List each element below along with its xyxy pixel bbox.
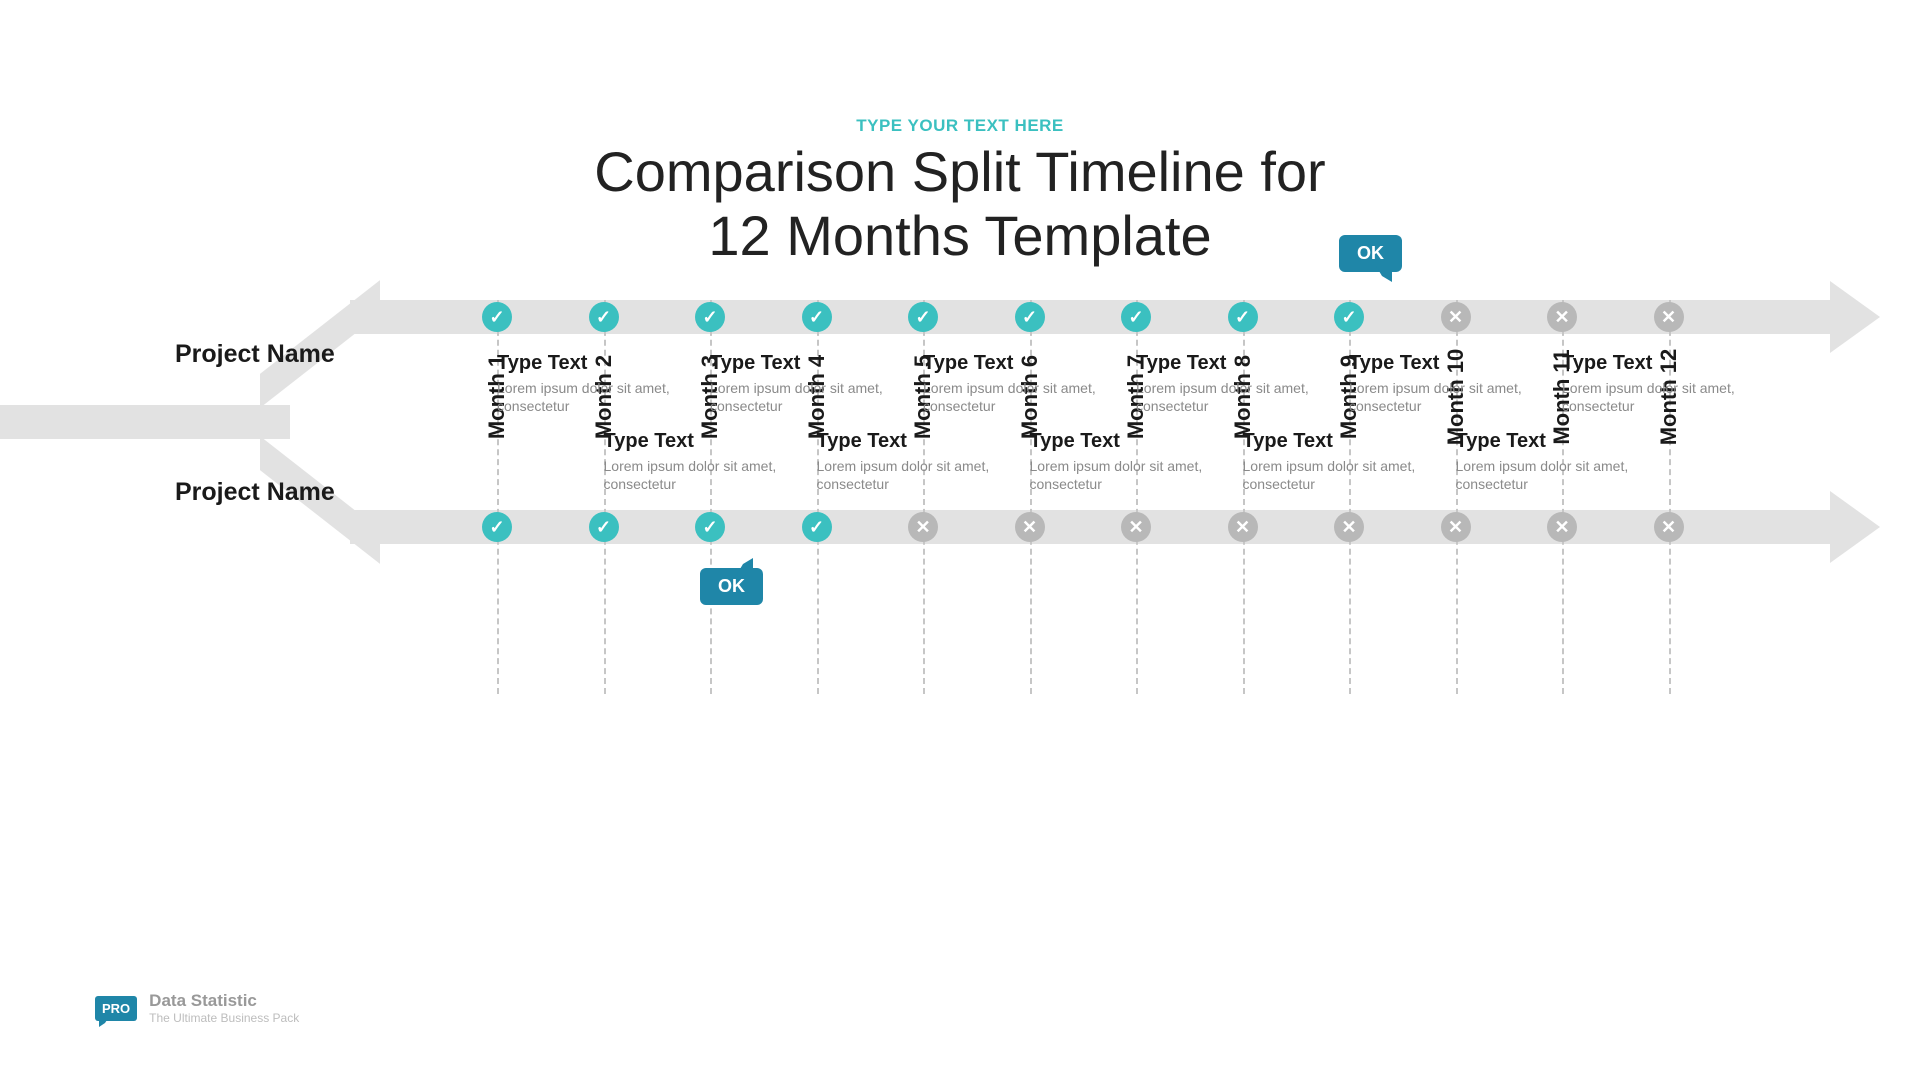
text-block: Type Text Lorem ipsum dolor sit amet, con… bbox=[1456, 430, 1631, 493]
check-icon: ✓ bbox=[695, 302, 725, 332]
check-icon: ✓ bbox=[802, 302, 832, 332]
block-title: Type Text bbox=[604, 430, 779, 453]
title-line-1: Comparison Split Timeline for bbox=[594, 140, 1325, 203]
arrow-bar-top bbox=[350, 300, 1830, 334]
text-block: Type Text Lorem ipsum dolor sit amet, con… bbox=[1349, 352, 1524, 415]
block-body: Lorem ipsum dolor sit amet, consectetur bbox=[1349, 379, 1524, 415]
text-block: Type Text Lorem ipsum dolor sit amet, con… bbox=[923, 352, 1098, 415]
block-body: Lorem ipsum dolor sit amet, consectetur bbox=[1243, 457, 1418, 493]
x-icon: ✕ bbox=[1654, 512, 1684, 542]
footer-title: Data Statistic bbox=[149, 991, 299, 1011]
block-title: Type Text bbox=[1030, 430, 1205, 453]
block-title: Type Text bbox=[1562, 352, 1737, 375]
x-icon: ✕ bbox=[1015, 512, 1045, 542]
block-title: Type Text bbox=[923, 352, 1098, 375]
text-block: Type Text Lorem ipsum dolor sit amet, con… bbox=[817, 430, 992, 493]
x-icon: ✕ bbox=[908, 512, 938, 542]
check-icon: ✓ bbox=[802, 512, 832, 542]
block-title: Type Text bbox=[1456, 430, 1631, 453]
check-icon: ✓ bbox=[695, 512, 725, 542]
check-icon: ✓ bbox=[908, 302, 938, 332]
block-body: Lorem ipsum dolor sit amet, consectetur bbox=[497, 379, 672, 415]
pro-badge: PRO bbox=[95, 996, 137, 1021]
block-title: Type Text bbox=[1349, 352, 1524, 375]
slide-title: Comparison Split Timeline for 12 Months … bbox=[0, 140, 1920, 269]
x-icon: ✕ bbox=[1228, 512, 1258, 542]
check-icon: ✓ bbox=[1015, 302, 1045, 332]
text-block: Type Text Lorem ipsum dolor sit amet, con… bbox=[604, 430, 779, 493]
check-icon: ✓ bbox=[482, 302, 512, 332]
text-block: Type Text Lorem ipsum dolor sit amet, con… bbox=[1243, 430, 1418, 493]
x-icon: ✕ bbox=[1441, 512, 1471, 542]
footer: PRO Data Statistic The Ultimate Business… bbox=[95, 991, 299, 1025]
preheader: TYPE YOUR TEXT HERE bbox=[0, 116, 1920, 136]
block-body: Lorem ipsum dolor sit amet, consectetur bbox=[604, 457, 779, 493]
arrow-bar-bottom bbox=[350, 510, 1830, 544]
block-title: Type Text bbox=[817, 430, 992, 453]
check-icon: ✓ bbox=[1121, 302, 1151, 332]
block-body: Lorem ipsum dolor sit amet, consectetur bbox=[923, 379, 1098, 415]
check-icon: ✓ bbox=[589, 512, 619, 542]
check-icon: ✓ bbox=[482, 512, 512, 542]
x-icon: ✕ bbox=[1547, 512, 1577, 542]
x-icon: ✕ bbox=[1654, 302, 1684, 332]
block-body: Lorem ipsum dolor sit amet, consectetur bbox=[1136, 379, 1311, 415]
project-name-bottom: Project Name bbox=[175, 478, 335, 507]
x-icon: ✕ bbox=[1334, 512, 1364, 542]
x-icon: ✕ bbox=[1441, 302, 1471, 332]
text-block: Type Text Lorem ipsum dolor sit amet, con… bbox=[710, 352, 885, 415]
x-icon: ✕ bbox=[1547, 302, 1577, 332]
text-block: Type Text Lorem ipsum dolor sit amet, con… bbox=[1136, 352, 1311, 415]
project-name-top: Project Name bbox=[175, 340, 335, 369]
slide: TYPE YOUR TEXT HERE Comparison Split Tim… bbox=[0, 0, 1920, 1080]
block-body: Lorem ipsum dolor sit amet, consectetur bbox=[1456, 457, 1631, 493]
check-icon: ✓ bbox=[1334, 302, 1364, 332]
block-title: Type Text bbox=[497, 352, 672, 375]
x-icon: ✕ bbox=[1121, 512, 1151, 542]
text-block: Type Text Lorem ipsum dolor sit amet, con… bbox=[1562, 352, 1737, 415]
arrowhead-bottom bbox=[1830, 491, 1880, 563]
arrowhead-top bbox=[1830, 281, 1880, 353]
block-body: Lorem ipsum dolor sit amet, consectetur bbox=[710, 379, 885, 415]
block-body: Lorem ipsum dolor sit amet, consectetur bbox=[1562, 379, 1737, 415]
title-line-2: 12 Months Template bbox=[708, 204, 1211, 267]
block-body: Lorem ipsum dolor sit amet, consectetur bbox=[1030, 457, 1205, 493]
timeline: Project Name Project Name ✓✓Month 1✓✓Mon… bbox=[0, 300, 1920, 760]
check-icon: ✓ bbox=[589, 302, 619, 332]
check-icon: ✓ bbox=[1228, 302, 1258, 332]
stem-bar bbox=[0, 405, 290, 439]
block-title: Type Text bbox=[1243, 430, 1418, 453]
text-block: Type Text Lorem ipsum dolor sit amet, con… bbox=[1030, 430, 1205, 493]
ok-bubble-top: OK bbox=[1339, 235, 1402, 272]
block-title: Type Text bbox=[710, 352, 885, 375]
ok-bubble-bottom: OK bbox=[700, 568, 763, 605]
footer-subtitle: The Ultimate Business Pack bbox=[149, 1011, 299, 1025]
block-title: Type Text bbox=[1136, 352, 1311, 375]
block-body: Lorem ipsum dolor sit amet, consectetur bbox=[817, 457, 992, 493]
text-block: Type Text Lorem ipsum dolor sit amet, con… bbox=[497, 352, 672, 415]
